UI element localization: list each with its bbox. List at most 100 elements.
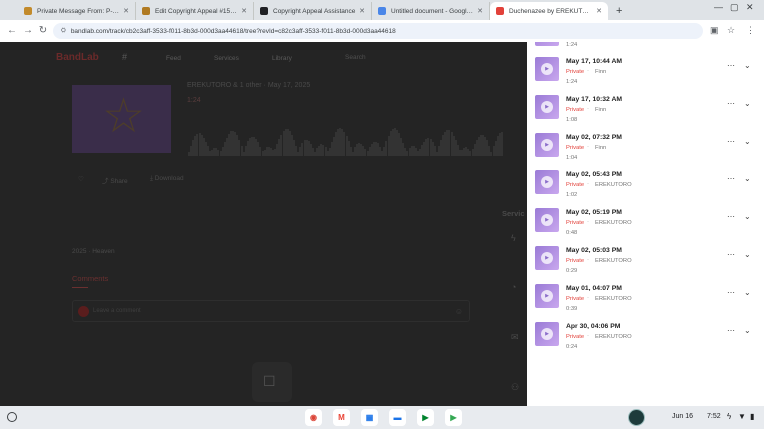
like-icon[interactable]: ♡	[78, 175, 84, 183]
revision-item[interactable]: ▶ May 02, 05:43 PM Private · EREKUTORO 1:02 ⋯ ⌄	[527, 165, 764, 203]
play-icon[interactable]: ▶	[541, 327, 553, 340]
new-tab-button[interactable]: +	[616, 2, 622, 20]
close-tab-icon[interactable]: ✕	[241, 7, 247, 15]
revision-item[interactable]: ▶ May 17, 10:44 AM Private · Finn 1:24 ⋯ ⌄	[527, 52, 764, 90]
more-options-icon[interactable]: ⋯	[727, 99, 735, 108]
battery-charging-icon[interactable]: ϟ	[727, 412, 731, 421]
nav-services[interactable]: Services	[214, 55, 239, 62]
track-year-genre: 2025 · Heaven	[72, 248, 115, 255]
chevron-down-icon[interactable]: ⌄	[744, 212, 751, 221]
revision-thumbnail[interactable]: ▶	[535, 246, 559, 270]
more-options-icon[interactable]: ⋯	[727, 137, 735, 146]
files-icon[interactable]: ▬	[389, 409, 406, 426]
chevron-down-icon[interactable]: ⌄	[744, 61, 751, 70]
maximize-icon[interactable]: ▢	[730, 2, 739, 13]
revision-thumbnail[interactable]: ▶	[535, 132, 559, 157]
account-avatar[interactable]	[628, 409, 645, 426]
revision-item[interactable]: ▶ Apr 30, 04:06 PM Private · EREKUTORO 0:24 ⋯ ⌄	[527, 317, 764, 355]
more-options-icon[interactable]: ⋯	[727, 174, 735, 183]
tab-search-icon[interactable]: ▣	[710, 25, 719, 36]
revision-item[interactable]: ▶ May 02, 05:03 PM Private · EREKUTORO 0:29 ⋯ ⌄	[527, 241, 764, 279]
shelf-time[interactable]: 7:52	[707, 413, 721, 420]
revision-thumbnail[interactable]: ▶	[535, 94, 559, 119]
close-tab-icon[interactable]: ✕	[123, 7, 129, 15]
revision-item[interactable]: ▶ May 02, 07:32 PM Private · Finn 1:04 ⋯ ⌄	[527, 128, 764, 166]
waveform[interactable]	[188, 120, 508, 156]
more-options-icon[interactable]: ⋯	[727, 250, 735, 259]
browser-tab[interactable]: Copyright Appeal Assistance ✕	[254, 2, 372, 20]
launcher-icon[interactable]	[7, 412, 17, 422]
search-input[interactable]: Search	[345, 54, 366, 61]
play-icon[interactable]: ▶	[541, 214, 553, 227]
shelf-date[interactable]: Jun 16	[672, 413, 693, 420]
reload-icon[interactable]: ↻	[36, 25, 50, 36]
revision-item[interactable]: ▶ May 02, 05:19 PM Private · EREKUTORO 0:48 ⋯ ⌄	[527, 203, 764, 241]
browser-tab[interactable]: Duchenazee by EREKUTORO | E✕	[490, 2, 608, 20]
bandlab-logo[interactable]: BandLab	[56, 52, 99, 63]
chevron-down-icon[interactable]: ⌄	[744, 99, 751, 108]
site-info-icon[interactable]: ⛭	[61, 28, 66, 35]
meet-icon[interactable]: ▶	[417, 409, 434, 426]
revision-item[interactable]: ▶ May 01, 04:07 PM Private · EREKUTORO 0:39 ⋯ ⌄	[527, 279, 764, 317]
revision-thumbnail[interactable]: ▶	[535, 170, 559, 195]
more-options-icon[interactable]: ⋯	[727, 212, 735, 221]
revision-thumbnail[interactable]: ▶	[535, 57, 559, 81]
separator-dot: ·	[587, 332, 589, 339]
bolt-icon[interactable]: ϟ	[511, 233, 516, 243]
track-cover-art[interactable]: ☆	[72, 85, 171, 153]
revision-thumbnail[interactable]	[535, 42, 559, 46]
play-icon[interactable]: ▶	[541, 63, 553, 75]
chrome-icon[interactable]: ◉	[305, 409, 322, 426]
emoji-icon[interactable]: ☺	[455, 307, 463, 316]
tab-favicon	[496, 7, 504, 15]
back-icon[interactable]: ←	[5, 25, 19, 36]
browser-tab[interactable]: Private Message From: P-Bot ✕	[18, 2, 136, 20]
minimize-icon[interactable]: —	[714, 2, 723, 12]
revision-author: EREKUTORO	[595, 258, 632, 264]
tab-title: Edit Copyright Appeal #155589	[155, 7, 239, 15]
browser-tab[interactable]: Edit Copyright Appeal #155589 ✕	[136, 2, 254, 20]
chevron-down-icon[interactable]: ⌄	[744, 250, 751, 259]
play-icon[interactable]: ▶	[541, 176, 553, 189]
address-bar[interactable]: ⛭ bandlab.com/track/cb2c3aff-3533-f011-8…	[53, 23, 703, 39]
battery-icon[interactable]: ▮	[750, 412, 754, 421]
more-options-icon[interactable]: ⋯	[727, 288, 735, 297]
forward-icon[interactable]: →	[21, 25, 35, 36]
tab-favicon	[378, 7, 386, 15]
palette-icon[interactable]: ◔	[511, 282, 516, 292]
play-icon[interactable]: ▶	[541, 138, 553, 151]
close-tab-icon[interactable]: ✕	[359, 7, 365, 15]
play-store-icon[interactable]: ▶	[445, 409, 462, 426]
download-button[interactable]: ⤓ Download	[150, 175, 184, 183]
revision-thumbnail[interactable]: ▶	[535, 283, 559, 308]
close-window-icon[interactable]: ✕	[746, 2, 754, 13]
play-icon[interactable]: ▶	[541, 100, 553, 113]
close-tab-icon[interactable]: ✕	[596, 7, 602, 15]
play-icon[interactable]: ▶	[541, 252, 553, 264]
people-icon[interactable]: ⚇	[511, 382, 519, 393]
chevron-down-icon[interactable]: ⌄	[744, 288, 751, 297]
menu-kebab-icon[interactable]: ⋮	[746, 25, 755, 36]
chevron-down-icon[interactable]: ⌄	[744, 137, 751, 146]
more-options-icon[interactable]: ⋯	[727, 61, 735, 70]
wifi-icon[interactable]: ▼	[738, 412, 746, 421]
share-button[interactable]: ⤴ Share	[102, 175, 128, 185]
chevron-down-icon[interactable]: ⌄	[744, 326, 751, 335]
revision-thumbnail[interactable]: ▶	[535, 321, 559, 346]
revision-item[interactable]: ▶ May 17, 10:32 AM Private · Finn 1:08 ⋯ ⌄	[527, 90, 764, 128]
hash-icon[interactable]: #	[122, 52, 127, 62]
revision-author: EREKUTORO	[595, 182, 632, 189]
more-options-icon[interactable]: ⋯	[727, 326, 735, 335]
bookmark-star-icon[interactable]: ☆	[727, 25, 735, 36]
mail-icon[interactable]: ✉	[511, 332, 519, 343]
gmail-icon[interactable]: M	[333, 409, 350, 426]
chevron-down-icon[interactable]: ⌄	[744, 174, 751, 183]
calendar-icon[interactable]: ▦	[361, 409, 378, 426]
nav-feed[interactable]: Feed	[166, 55, 181, 62]
browser-tab[interactable]: Untitled document - Google Do ✕	[372, 2, 490, 20]
play-icon[interactable]: ▶	[541, 289, 553, 302]
revision-thumbnail[interactable]: ▶	[535, 208, 559, 233]
comment-input[interactable]: Leave a comment ☺	[72, 300, 470, 322]
close-tab-icon[interactable]: ✕	[477, 7, 483, 15]
nav-library[interactable]: Library	[272, 55, 292, 62]
